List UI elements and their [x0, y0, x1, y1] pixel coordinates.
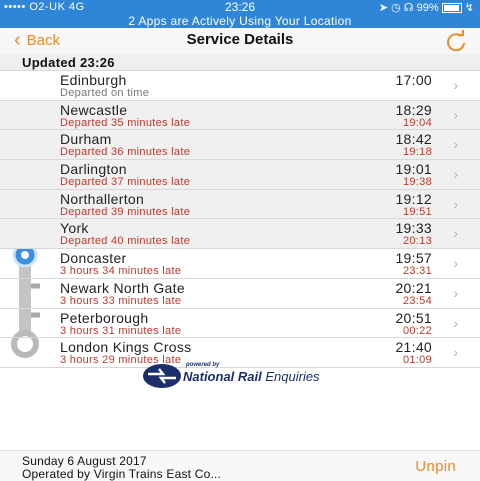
bluetooth-icon: ↯: [464, 2, 474, 14]
scheduled-time: 19:12: [395, 190, 432, 207]
scheduled-time: 17:00: [395, 72, 432, 88]
stop-status: Departed 40 minutes late: [60, 235, 191, 248]
stop-row[interactable]: Doncaster 3 hours 34 minutes late 19:57 23:…: [0, 249, 480, 279]
stop-status: Departed on time: [60, 87, 150, 99]
stop-status: Departed 39 minutes late: [60, 205, 191, 218]
stop-name: York: [60, 220, 89, 237]
page-title: Service Details: [186, 31, 294, 48]
stop-row[interactable]: Northallerton Departed 39 minutes late 19:…: [0, 189, 480, 220]
stop-name: Northallerton: [60, 190, 145, 207]
expected-time: 01:09: [402, 354, 432, 367]
chevron-right-icon: ›: [453, 136, 458, 153]
scheduled-time: 19:33: [395, 220, 432, 237]
stop-name: Newcastle: [60, 101, 128, 118]
expected-time: 23:54: [402, 294, 432, 307]
stop-row[interactable]: Durham Departed 36 minutes late 18:42 19:18…: [0, 130, 480, 161]
location-banner[interactable]: 2 Apps are Actively Using Your Location: [0, 14, 480, 28]
operator-label: Operated by Virgin Trains East Co...: [22, 467, 222, 481]
expected-time: 19:51: [402, 205, 432, 218]
updated-time: Updated 23:26: [22, 55, 115, 70]
status-bar: ••••• O2-UK 4G 23:26 ➤ ◷ ☊ 99% ↯: [0, 0, 480, 14]
stop-row[interactable]: Darlington Departed 37 minutes late 19:01 1…: [0, 160, 480, 190]
scheduled-time: 19:57: [395, 250, 432, 267]
stop-status: 3 hours 34 minutes late: [60, 265, 182, 278]
footer-bar: Sunday 6 August 2017 Operated by Virgin …: [0, 450, 480, 481]
national-rail-double-arrow-icon: [143, 364, 181, 388]
stop-name: Peterborough: [60, 309, 149, 326]
scheduled-time: 20:51: [395, 309, 432, 326]
chevron-right-icon: ›: [453, 284, 458, 301]
national-rail-wordmark: National Rail Enquiries: [183, 369, 320, 384]
navigation-bar: ‹ Back Service Details: [0, 28, 480, 54]
chevron-right-icon: ›: [453, 344, 458, 361]
service-date: Sunday 6 August 2017: [22, 454, 147, 468]
stop-name: Doncaster: [60, 250, 127, 267]
stop-name: London Kings Cross: [60, 339, 192, 356]
scheduled-time: 18:42: [395, 131, 432, 148]
chevron-right-icon: ›: [453, 166, 458, 183]
expected-time: 19:18: [402, 146, 432, 159]
powered-by-label: powered by: [186, 362, 220, 368]
stop-status: 3 hours 31 minutes late: [60, 324, 182, 337]
chevron-right-icon: ›: [453, 314, 458, 331]
unpin-button[interactable]: Unpin: [415, 458, 456, 475]
stop-name: Edinburgh: [60, 72, 127, 88]
scheduled-time: 20:21: [395, 279, 432, 296]
battery-icon: [441, 3, 462, 14]
chevron-right-icon: ›: [453, 106, 458, 123]
stop-name: Darlington: [60, 161, 127, 178]
scheduled-time: 19:01: [395, 161, 432, 178]
location-icon: ➤: [378, 2, 389, 14]
back-label: Back: [26, 31, 61, 49]
expected-time: 19:04: [402, 116, 432, 129]
stop-row[interactable]: Edinburgh Departed on time 17:00 ›: [0, 71, 480, 101]
alarm-icon: ◷: [391, 2, 401, 14]
stop-status: 3 hours 33 minutes late: [60, 294, 182, 307]
expected-time: 19:38: [402, 176, 432, 189]
stop-name: Newark North Gate: [60, 279, 185, 296]
stop-name: Durham: [60, 131, 112, 148]
stop-row[interactable]: Newcastle Departed 35 minutes late 18:29 19…: [0, 100, 480, 131]
refresh-icon[interactable]: [444, 30, 468, 52]
expected-time: 20:13: [402, 235, 432, 248]
scheduled-time: 21:40: [395, 339, 432, 356]
stop-status: Departed 37 minutes late: [60, 176, 191, 189]
stop-list: Edinburgh Departed on time 17:00 › Newcastle…: [0, 71, 480, 368]
stop-status: Departed 35 minutes late: [60, 116, 191, 129]
chevron-left-icon: ‹: [14, 29, 21, 51]
chevron-right-icon: ›: [453, 77, 458, 93]
chevron-right-icon: ›: [453, 195, 458, 212]
chevron-right-icon: ›: [453, 225, 458, 242]
back-button[interactable]: ‹ Back: [14, 29, 61, 51]
stop-row[interactable]: York Departed 40 minutes late 19:33 20:13 ›: [0, 219, 480, 250]
stop-row[interactable]: Peterborough 3 hours 31 minutes late 20:51…: [0, 309, 480, 339]
expected-time: 00:22: [402, 324, 432, 337]
stop-row[interactable]: Newark North Gate 3 hours 33 minutes late…: [0, 279, 480, 309]
headphones-icon: ☊: [403, 2, 414, 14]
status-right: ➤ ◷ ☊ 99% ↯: [379, 1, 474, 14]
stop-status: Departed 36 minutes late: [60, 146, 191, 159]
national-rail-logo: powered by National Rail Enquiries: [140, 362, 345, 390]
updated-header: Updated 23:26: [0, 54, 480, 71]
expected-time: 23:31: [402, 265, 432, 278]
scheduled-time: 18:29: [395, 101, 432, 118]
battery-percent: 99%: [416, 2, 439, 14]
chevron-right-icon: ›: [453, 255, 458, 272]
